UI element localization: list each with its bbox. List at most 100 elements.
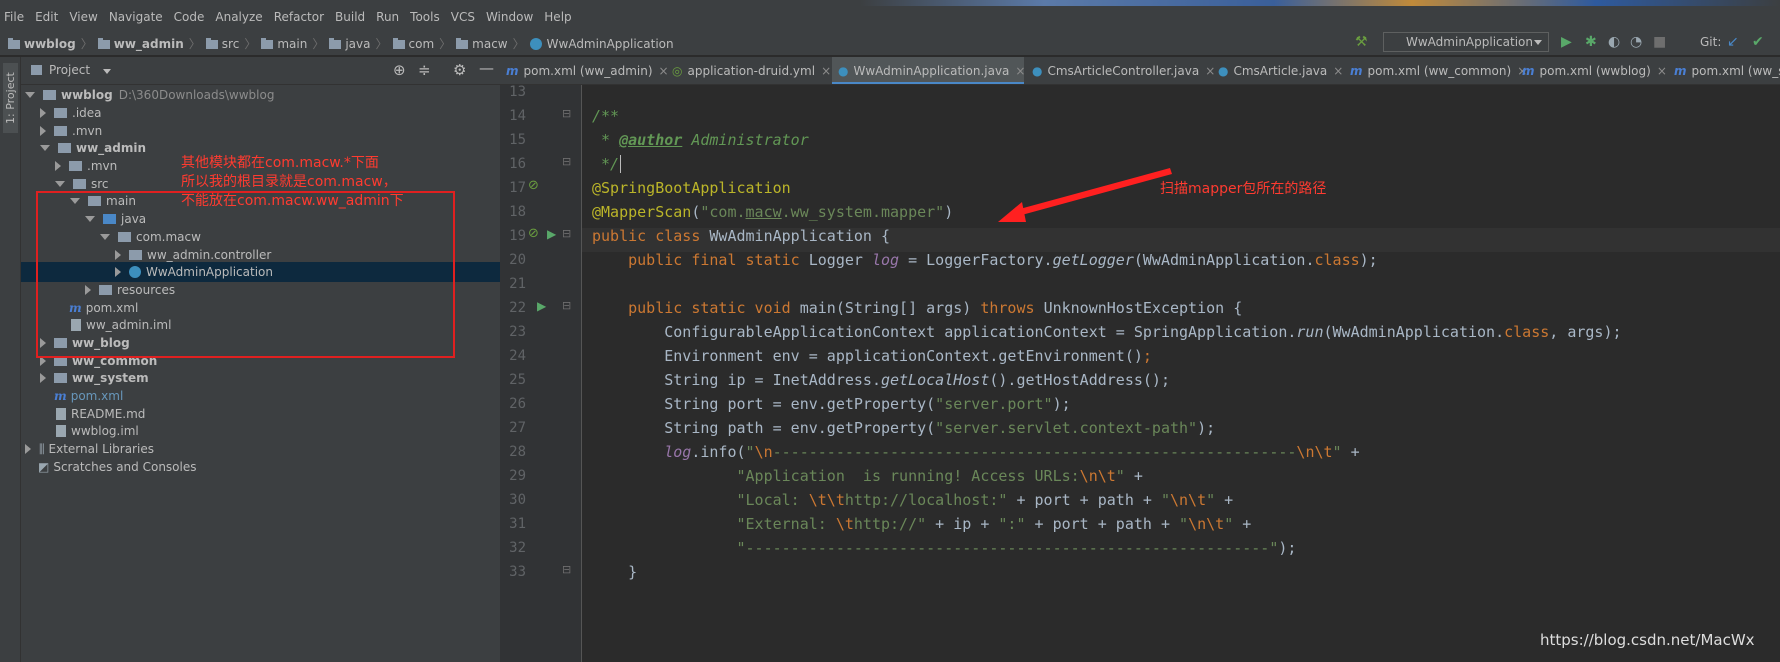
project-tool-button[interactable]: 1: Project	[3, 63, 18, 133]
gear-icon[interactable]: ⚙	[453, 61, 466, 79]
menu-build[interactable]: Build	[335, 10, 365, 24]
menu-file[interactable]: File	[4, 10, 24, 24]
annotation-note-left: 其他模块都在com.macw.*下面 所以我的根目录就是com.macw， 不能…	[181, 154, 441, 211]
package-icon	[456, 38, 469, 49]
run-config-select[interactable]: WwAdminApplication	[1383, 32, 1549, 52]
code-line-17[interactable]: @SpringBootApplication	[592, 176, 791, 200]
expand-arrow-icon[interactable]	[25, 92, 35, 98]
fold-icon[interactable]: ⊟	[562, 155, 571, 168]
menu-refactor[interactable]: Refactor	[274, 10, 324, 24]
spring-bean-icon[interactable]: ⊘	[528, 226, 539, 241]
menu-tools[interactable]: Tools	[410, 10, 440, 24]
code-line-31[interactable]: "External: \thttp://" + ip + ":" + port …	[592, 512, 1252, 536]
project-panel-title[interactable]: Project	[49, 63, 90, 77]
close-icon[interactable]: ×	[821, 64, 831, 78]
breadcrumb-macw[interactable]: macw	[472, 37, 507, 51]
code-line-18[interactable]: @MapperScan("com.macw.ww_system.mapper")	[592, 200, 953, 224]
line-number: 25	[509, 372, 526, 388]
menu-run[interactable]: Run	[376, 10, 399, 24]
spring-bean-icon[interactable]: ⊘	[528, 178, 539, 193]
menu-analyze[interactable]: Analyze	[215, 10, 262, 24]
fold-icon[interactable]: ⊟	[562, 563, 571, 576]
code-line-27[interactable]: String path = env.getProperty("server.se…	[592, 416, 1215, 440]
tab-cmsarticle[interactable]: ● CmsArticle.java ×	[1212, 57, 1343, 84]
tab-cmsarticlecontroller[interactable]: ● CmsArticleController.java ×	[1026, 57, 1215, 84]
collapse-all-icon[interactable]: ≑	[418, 61, 431, 79]
breadcrumb-src[interactable]: src	[222, 37, 240, 51]
tree-item-idea[interactable]: .idea	[40, 103, 102, 123]
expand-arrow-icon[interactable]	[55, 161, 61, 171]
fold-icon[interactable]: ⊟	[562, 227, 571, 240]
code-line-30[interactable]: "Local: \t\thttp://localhost:" + port + …	[592, 488, 1234, 512]
hide-icon[interactable]: —	[479, 59, 494, 77]
breadcrumb-main[interactable]: main	[277, 37, 307, 51]
close-icon[interactable]: ×	[1333, 64, 1343, 78]
tab-pom-ww-system[interactable]: m pom.xml (ww_s	[1668, 57, 1780, 84]
tree-item-root-iml[interactable]: wwblog.iml	[56, 421, 139, 441]
code-line-26[interactable]: String port = env.getProperty("server.po…	[592, 392, 1070, 416]
code-line-24[interactable]: Environment env = applicationContext.get…	[592, 344, 1152, 368]
expand-arrow-icon[interactable]	[40, 145, 50, 151]
run-gutter-icon[interactable]: ▶	[547, 227, 556, 241]
code-line-25[interactable]: String ip = InetAddress.getLocalHost().g…	[592, 368, 1170, 392]
expand-arrow-icon[interactable]	[25, 444, 31, 454]
tab-pom-wwblog[interactable]: m pom.xml (wwblog) ×	[1516, 57, 1667, 84]
breadcrumb-com[interactable]: com	[409, 37, 435, 51]
tree-label: Scratches and Consoles	[53, 460, 197, 474]
code-line-32[interactable]: "---------------------------------------…	[592, 536, 1297, 560]
locate-icon[interactable]: ⊕	[393, 61, 406, 79]
breadcrumb-wwblog[interactable]: wwblog	[24, 37, 76, 51]
close-icon[interactable]: ×	[1657, 64, 1667, 78]
expand-arrow-icon[interactable]	[40, 108, 46, 118]
code-line-33[interactable]: }	[592, 560, 637, 584]
debug-icon[interactable]: ✱	[1585, 34, 1597, 50]
profile-icon[interactable]: ◔	[1630, 34, 1642, 50]
tree-item-scratches[interactable]: ◩ Scratches and Consoles	[38, 457, 196, 477]
breadcrumb-java[interactable]: java	[345, 37, 370, 51]
menu-vcs[interactable]: VCS	[451, 10, 475, 24]
menu-window[interactable]: Window	[486, 10, 533, 24]
code-line-19[interactable]: public class WwAdminApplication {	[592, 224, 890, 248]
tree-item-ww-admin[interactable]: ww_admin	[40, 138, 146, 158]
stop-icon[interactable]: ■	[1653, 34, 1666, 50]
tab-pom-ww-common[interactable]: m pom.xml (ww_common) ×	[1344, 57, 1527, 84]
tab-application-druid[interactable]: ◎ application-druid.yml ×	[666, 57, 831, 84]
tree-item-root-pom[interactable]: m pom.xml	[54, 386, 123, 406]
code-line-28[interactable]: log.info("\n----------------------------…	[592, 440, 1359, 464]
tree-item-admin-mvn[interactable]: .mvn	[55, 156, 117, 176]
code-line-14[interactable]: /**	[592, 104, 619, 128]
menu-help[interactable]: Help	[544, 10, 571, 24]
code-line-29[interactable]: "Application is running! Access URLs:\n\…	[592, 464, 1143, 488]
project-view-icon	[31, 65, 42, 75]
run-icon[interactable]: ▶	[1561, 34, 1572, 50]
expand-arrow-icon[interactable]	[40, 373, 46, 383]
code-line-22[interactable]: public static void main(String[] args) t…	[592, 296, 1242, 320]
fold-icon[interactable]: ⊟	[562, 299, 571, 312]
code-line-20[interactable]: public final static Logger log = LoggerF…	[592, 248, 1378, 272]
menu-navigate[interactable]: Navigate	[109, 10, 163, 24]
breadcrumb-class[interactable]: WwAdminApplication	[547, 37, 674, 51]
run-gutter-icon[interactable]: ▶	[537, 299, 546, 313]
tab-wwadminapplication[interactable]: ● WwAdminApplication.java ×	[832, 57, 1025, 84]
class-icon: ●	[1032, 64, 1043, 78]
menu-view[interactable]: View	[69, 10, 97, 24]
close-icon[interactable]: ×	[1015, 64, 1025, 78]
view-dropdown-icon[interactable]	[103, 69, 111, 74]
breadcrumb-ww-admin[interactable]: ww_admin	[114, 37, 184, 51]
menu-edit[interactable]: Edit	[35, 10, 58, 24]
fold-icon[interactable]: ⊟	[562, 107, 571, 120]
tree-item-external-libraries[interactable]: ⫼ External Libraries	[25, 439, 154, 459]
menu-code[interactable]: Code	[174, 10, 205, 24]
git-update-icon[interactable]: ↙	[1727, 34, 1739, 50]
tree-item-wwblog[interactable]: wwblog D:\360Downloads\wwblog	[25, 85, 500, 105]
expand-arrow-icon[interactable]	[40, 126, 46, 136]
git-commit-icon[interactable]: ✔	[1752, 34, 1764, 50]
code-line-15[interactable]: * @author Administrator	[592, 128, 809, 152]
tree-item-ww-system[interactable]: ww_system	[40, 368, 149, 388]
code-line-16[interactable]: */	[592, 152, 622, 176]
tree-label: .idea	[72, 106, 102, 120]
hammer-build-icon[interactable]: ⚒	[1355, 34, 1368, 50]
expand-arrow-icon[interactable]	[55, 181, 65, 187]
coverage-icon[interactable]: ◐	[1608, 34, 1620, 50]
code-line-23[interactable]: ConfigurableApplicationContext applicati…	[592, 320, 1621, 344]
